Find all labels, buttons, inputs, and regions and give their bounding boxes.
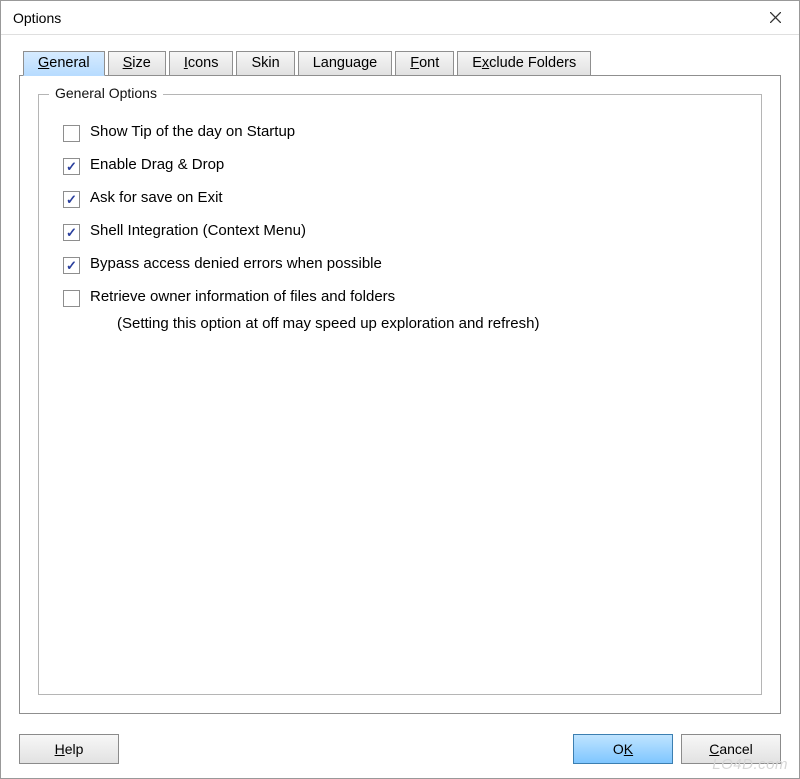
checkbox[interactable] [63, 257, 80, 274]
option-row: Enable Drag & Drop [63, 156, 743, 175]
option-row: Ask for save on Exit [63, 189, 743, 208]
help-button[interactable]: Help [19, 734, 119, 764]
titlebar: Options [1, 1, 799, 35]
option-row: Shell Integration (Context Menu) [63, 222, 743, 241]
option-subtext: (Setting this option at off may speed up… [117, 315, 743, 332]
ok-button[interactable]: OK [573, 734, 673, 764]
option-row: Show Tip of the day on Startup [63, 123, 743, 142]
tab-language[interactable]: Language [298, 51, 393, 76]
tab-skin[interactable]: Skin [236, 51, 294, 76]
checkbox[interactable] [63, 158, 80, 175]
tab-font[interactable]: Font [395, 51, 454, 76]
checkbox[interactable] [63, 125, 80, 142]
option-label[interactable]: Ask for save on Exit [90, 189, 223, 206]
tab-general[interactable]: General [23, 51, 105, 76]
option-row: Bypass access denied errors when possibl… [63, 255, 743, 274]
close-button[interactable] [755, 4, 795, 32]
content-area: GeneralSizeIconsSkinLanguageFontExclude … [1, 35, 799, 724]
option-label[interactable]: Shell Integration (Context Menu) [90, 222, 306, 239]
checkbox[interactable] [63, 224, 80, 241]
option-label[interactable]: Enable Drag & Drop [90, 156, 224, 173]
tab-icons[interactable]: Icons [169, 51, 234, 76]
window-title: Options [13, 10, 61, 26]
dialog-footer: Help OK Cancel [1, 724, 799, 778]
btn-label: Help [55, 741, 84, 757]
close-icon [770, 12, 781, 23]
option-row: Retrieve owner information of files and … [63, 288, 743, 307]
btn-label: OK [613, 741, 633, 757]
tab-bar: GeneralSizeIconsSkinLanguageFontExclude … [19, 51, 781, 76]
tab-exclude-folders[interactable]: Exclude Folders [457, 51, 591, 76]
options-dialog: Options GeneralSizeIconsSkinLanguageFont… [0, 0, 800, 779]
btn-label: Cancel [709, 741, 753, 757]
tab-size[interactable]: Size [108, 51, 166, 76]
tab-page-general: General Options Show Tip of the day on S… [19, 75, 781, 714]
checkbox[interactable] [63, 290, 80, 307]
checkbox[interactable] [63, 191, 80, 208]
general-options-fieldset: General Options Show Tip of the day on S… [38, 94, 762, 695]
fieldset-legend: General Options [49, 85, 163, 101]
option-label[interactable]: Bypass access denied errors when possibl… [90, 255, 382, 272]
option-label[interactable]: Retrieve owner information of files and … [90, 288, 395, 305]
option-label[interactable]: Show Tip of the day on Startup [90, 123, 295, 140]
cancel-button[interactable]: Cancel [681, 734, 781, 764]
